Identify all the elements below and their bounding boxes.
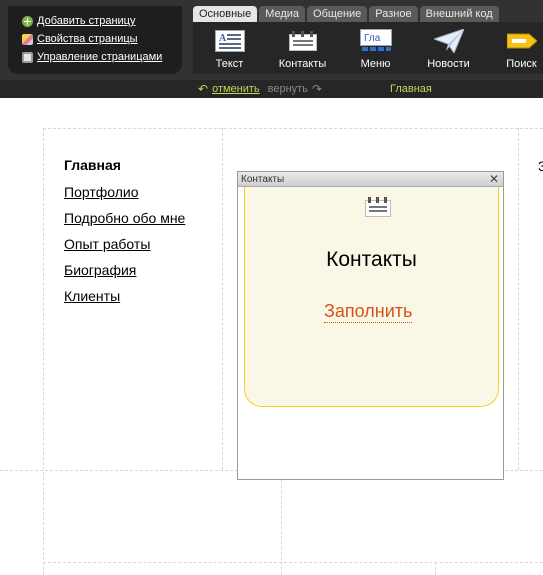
undo-arrow-icon[interactable]: ↶ xyxy=(198,82,208,96)
news-tool-label: Новости xyxy=(427,58,470,70)
news-tool-button[interactable]: Новости xyxy=(412,24,485,74)
tab-social[interactable]: Общение xyxy=(307,6,368,22)
widget-titlebar[interactable]: Контакты ✕ xyxy=(238,172,503,187)
layout-guide xyxy=(281,470,282,575)
nav-item-home[interactable]: Главная xyxy=(64,157,121,173)
redo-link[interactable]: вернуть xyxy=(268,83,308,95)
svg-text:Гла: Гла xyxy=(364,33,381,44)
menu-tool-button[interactable]: Гла Меню xyxy=(339,24,412,74)
text-tool-button[interactable]: A Текст xyxy=(193,24,266,74)
page-properties-button[interactable]: Свойства страницы xyxy=(22,30,182,48)
search-tool-button[interactable]: Поиск xyxy=(485,24,543,74)
tab-misc[interactable]: Разное xyxy=(369,6,418,22)
text-tool-label: Текст xyxy=(215,58,244,70)
nav-item-biography[interactable]: Биография xyxy=(64,262,136,278)
close-icon[interactable]: ✕ xyxy=(489,173,499,185)
widget-card-title: Контакты xyxy=(326,248,417,271)
search-tag-icon xyxy=(506,28,537,54)
current-page-indicator: Главная xyxy=(390,83,432,95)
layout-guide xyxy=(43,128,543,129)
nav-item-clients[interactable]: Клиенты xyxy=(64,288,120,304)
manage-pages-button[interactable]: Управление страницами xyxy=(22,48,182,66)
page-properties-label: Свойства страницы xyxy=(37,33,138,45)
fill-contacts-link[interactable]: Заполнить xyxy=(324,301,413,323)
text-block-icon: A xyxy=(214,28,245,54)
widget-title: Контакты xyxy=(241,173,285,185)
contacts-tool-button[interactable]: Контакты xyxy=(266,24,339,74)
plus-circle-icon xyxy=(22,15,33,27)
add-page-label: Добавить страницу xyxy=(37,15,136,27)
search-tool-label: Поиск xyxy=(506,58,537,70)
tab-basic[interactable]: Основные xyxy=(193,6,258,22)
contacts-icon xyxy=(288,28,317,54)
contacts-placeholder-card: Контакты Заполнить xyxy=(244,187,499,407)
layout-guide xyxy=(222,128,223,470)
layout-guide xyxy=(43,562,543,563)
tool-list: A Текст Контакты Гла Меню Новости Поиск xyxy=(193,24,543,74)
svg-text:A: A xyxy=(219,33,227,44)
tool-category-tabs: Основные Медиа Общение Разное Внешний ко… xyxy=(193,6,501,22)
nav-item-experience[interactable]: Опыт работы xyxy=(64,236,150,252)
history-controls: ↶ отменить вернуть ↷ xyxy=(198,81,326,97)
nav-item-about[interactable]: Подробно обо мне xyxy=(64,210,185,226)
menu-icon: Гла xyxy=(359,28,392,54)
contacts-widget-window[interactable]: Контакты ✕ Контакты Заполнить xyxy=(237,171,504,480)
manage-pages-label: Управление страницами xyxy=(37,51,163,63)
nav-item-portfolio[interactable]: Портфолио xyxy=(64,184,139,200)
menu-tool-label: Меню xyxy=(360,58,391,70)
add-page-button[interactable]: Добавить страницу xyxy=(22,12,182,30)
settings-icon xyxy=(22,51,33,63)
tab-media[interactable]: Медиа xyxy=(259,6,306,22)
layout-guide xyxy=(435,562,436,575)
redo-arrow-icon[interactable]: ↷ xyxy=(312,82,322,96)
undo-link[interactable]: отменить xyxy=(212,83,260,95)
paper-plane-icon xyxy=(433,28,464,54)
contacts-tool-label: Контакты xyxy=(278,58,327,70)
layout-guide xyxy=(43,128,44,575)
page-actions-panel: Добавить страницу Свойства страницы Упра… xyxy=(8,6,182,74)
pencil-icon xyxy=(22,33,33,45)
layout-guide xyxy=(518,128,519,470)
contacts-icon xyxy=(365,197,391,222)
clipped-heading-text: З xyxy=(538,158,543,174)
tab-external-code[interactable]: Внешний код xyxy=(419,6,499,22)
